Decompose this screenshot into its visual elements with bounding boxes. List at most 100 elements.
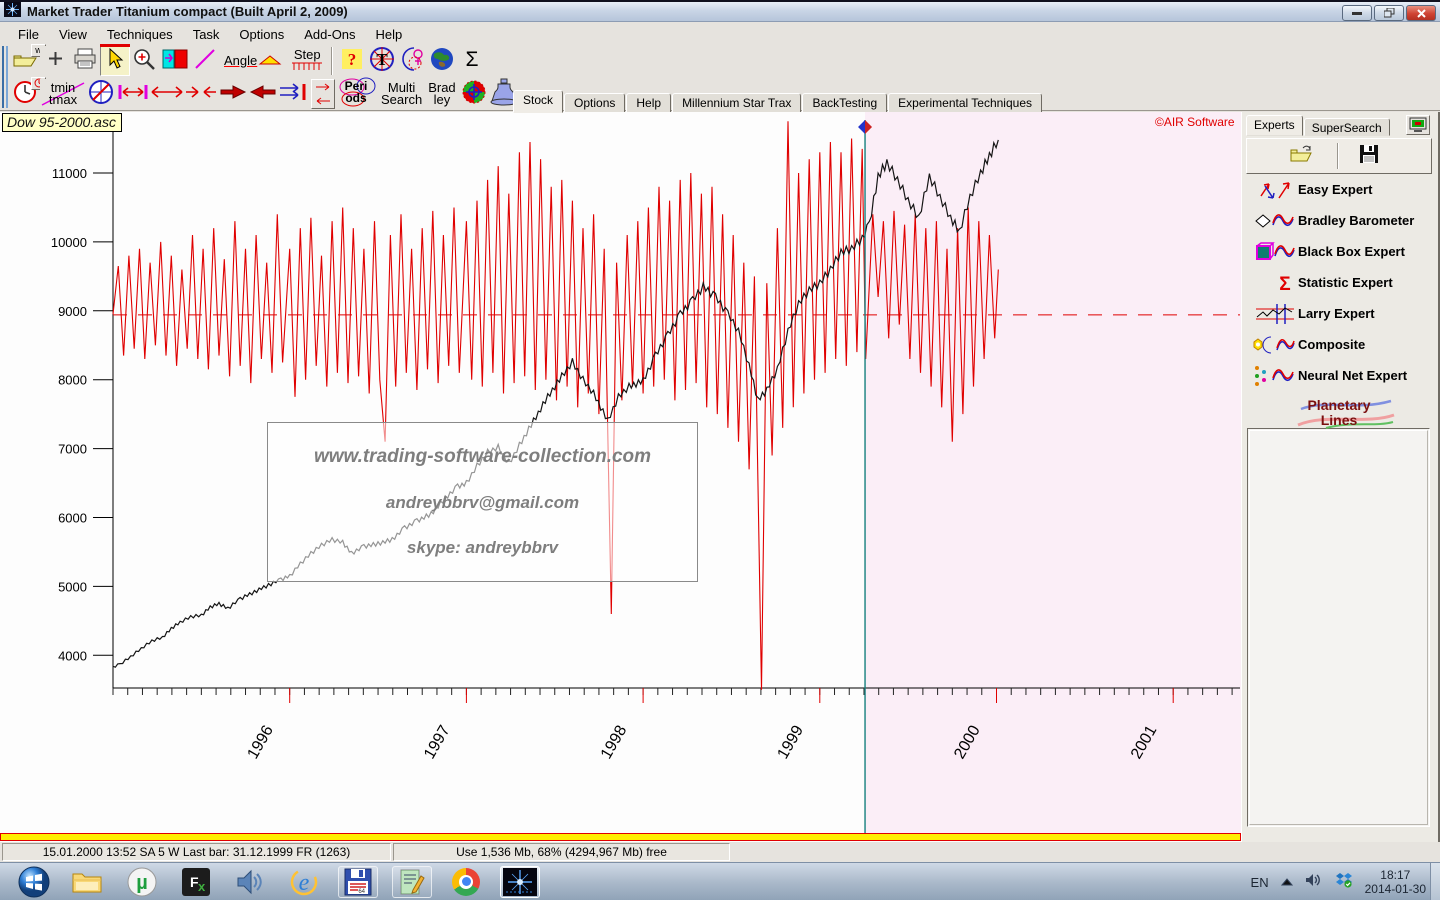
step-tool-button[interactable]: Step: [287, 46, 327, 76]
tab-experimental-techniques[interactable]: Experimental Techniques: [888, 93, 1042, 113]
tray-date: 2014-01-30: [1365, 882, 1426, 896]
angle-tool-button[interactable]: Angle: [220, 46, 287, 76]
menu-view[interactable]: View: [49, 25, 97, 44]
start-button[interactable]: [14, 866, 54, 898]
experts-tab-supersearch[interactable]: SuperSearch: [1304, 118, 1390, 136]
minimize-button[interactable]: [1342, 5, 1372, 21]
utorrent-icon[interactable]: µ: [122, 866, 162, 898]
compass-button[interactable]: [86, 79, 116, 109]
easy-expert-label: Easy Expert: [1298, 182, 1372, 197]
periods-button[interactable]: Periods: [338, 79, 378, 109]
to-end-button[interactable]: [278, 79, 308, 109]
range-arrows-button[interactable]: [116, 79, 150, 109]
clock[interactable]: 18:17 2014-01-30: [1365, 868, 1426, 896]
shift-right-button[interactable]: [218, 79, 248, 109]
black-box-expert-icon: [1246, 242, 1298, 262]
tab-stock[interactable]: Stock: [513, 90, 563, 113]
pointer-tool-button[interactable]: [100, 46, 130, 76]
internet-explorer-icon[interactable]: e: [284, 866, 324, 898]
composite[interactable]: Composite: [1246, 329, 1432, 360]
market-trader-app-icon[interactable]: [500, 866, 540, 898]
y-tick-label: 4000: [58, 648, 87, 663]
svg-text:64: 64: [358, 889, 365, 895]
tray-expand-icon[interactable]: [1281, 873, 1293, 891]
text-circle-button[interactable]: T: [367, 46, 397, 76]
year-label: 1999: [775, 723, 808, 762]
tray-volume-icon[interactable]: [1305, 873, 1323, 892]
experts-output-box: [1247, 428, 1430, 827]
chart-area[interactable]: 4000500060007000800090001000011000199619…: [0, 112, 1241, 842]
target-icon: [460, 78, 488, 111]
fx-app-icon[interactable]: Fx: [176, 866, 216, 898]
swap-arrows-button[interactable]: [308, 79, 338, 109]
help-icon: ?: [341, 48, 363, 75]
tab-millennium-star-trax[interactable]: Millennium Star Trax: [672, 93, 801, 113]
toolbar-grip[interactable]: [2, 46, 8, 108]
language-indicator[interactable]: EN: [1251, 875, 1269, 890]
chrome-icon[interactable]: [446, 866, 486, 898]
add-button[interactable]: [40, 46, 70, 76]
menu-options[interactable]: Options: [229, 25, 294, 44]
tray-time: 18:17: [1365, 868, 1426, 882]
menu-task[interactable]: Task: [183, 25, 230, 44]
globe-button[interactable]: [427, 46, 457, 76]
save-app-icon[interactable]: 64: [338, 866, 378, 898]
neural-net-expert-icon: [1246, 364, 1298, 388]
memory-status: Use 1,536 Mb, 68% (4294,967 Mb) free: [393, 843, 730, 861]
notepad-app-icon[interactable]: [392, 866, 432, 898]
sigma-button[interactable]: Σ: [457, 46, 487, 76]
menu-addons[interactable]: Add-Ons: [294, 25, 365, 44]
tmin-tmax-button[interactable]: tmintmax: [40, 79, 86, 109]
svg-text:µ: µ: [136, 872, 148, 894]
experts-panel: ExpertsSuperSearch Easy Expert Bradley Ba…: [1241, 112, 1440, 842]
open-file-button[interactable]: w: [10, 46, 40, 76]
dropbox-icon[interactable]: [1335, 872, 1353, 893]
color-blocks-button[interactable]: [160, 46, 190, 76]
print-button[interactable]: [70, 46, 100, 76]
collapse-arrows-button[interactable]: [184, 79, 218, 109]
svg-text:Σ: Σ: [466, 48, 479, 70]
monitor-icon[interactable]: [1406, 115, 1430, 135]
open-expert-icon[interactable]: [1289, 144, 1313, 169]
help-button[interactable]: ?: [337, 46, 367, 76]
periods-icon: Periods: [338, 77, 378, 112]
save-expert-icon[interactable]: [1359, 144, 1379, 169]
neural-net-expert[interactable]: Neural Net Expert: [1246, 360, 1432, 391]
multi-search-button[interactable]: MultiSearch: [378, 79, 425, 109]
y-tick-label: 10000: [51, 235, 87, 250]
chart-symbol-label: Dow 95-2000.asc: [2, 113, 122, 132]
target-button[interactable]: [459, 79, 489, 109]
larry-expert[interactable]: Larry Expert: [1246, 298, 1432, 329]
statistic-expert[interactable]: ΣStatistic Expert: [1246, 267, 1432, 298]
explorer-icon[interactable]: [68, 866, 108, 898]
astro-button[interactable]: [397, 46, 427, 76]
menu-techniques[interactable]: Techniques: [97, 25, 183, 44]
volume-app-icon[interactable]: [230, 866, 270, 898]
line-tool-button[interactable]: [190, 46, 220, 76]
bradley-barometer[interactable]: Bradley Barometer: [1246, 205, 1432, 236]
zoom-tool-button[interactable]: [130, 46, 160, 76]
text-circle-icon: T: [369, 46, 395, 77]
menu-file[interactable]: File: [8, 25, 49, 44]
menu-help[interactable]: Help: [366, 25, 413, 44]
tab-options[interactable]: Options: [564, 93, 625, 113]
zoom-tool-icon: [133, 48, 157, 75]
expand-arrows-button[interactable]: [150, 79, 184, 109]
experts-tab-experts[interactable]: Experts: [1246, 115, 1303, 136]
larry-expert-label: Larry Expert: [1298, 306, 1375, 321]
year-label: 1998: [598, 723, 631, 762]
bradley-button[interactable]: Bradley: [425, 79, 458, 109]
tab-backtesting[interactable]: BackTesting: [802, 93, 887, 113]
tab-help[interactable]: Help: [626, 93, 671, 113]
time-tool-button[interactable]: [10, 79, 40, 109]
restore-button[interactable]: [1374, 5, 1404, 21]
show-desktop-button[interactable]: [1430, 863, 1440, 900]
close-button[interactable]: [1406, 5, 1436, 21]
cursor-marker-icon[interactable]: [858, 120, 865, 134]
planetary-lines-label: Planetary: [1307, 398, 1370, 413]
easy-expert[interactable]: Easy Expert: [1246, 174, 1432, 205]
shift-right-icon: [219, 84, 247, 105]
watermark-skype: skype: andreybbrv: [407, 538, 558, 558]
black-box-expert[interactable]: Black Box Expert: [1246, 236, 1432, 267]
shift-left-button[interactable]: [248, 79, 278, 109]
